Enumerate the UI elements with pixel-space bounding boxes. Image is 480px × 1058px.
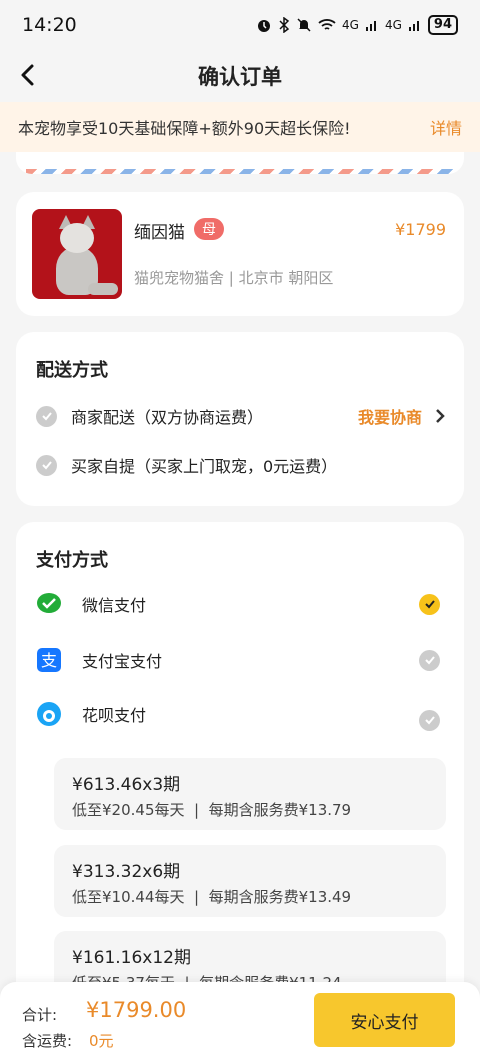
plan-detail: 低至¥10.44每天 | 每期含服务费¥13.49 — [72, 888, 352, 906]
pet-name: 缅因猫 — [134, 223, 185, 243]
delivery-option-label: 商家配送（双方协商运费） — [71, 408, 264, 427]
negotiate-link[interactable]: 我要协商 — [358, 404, 422, 428]
delivery-option-merchant[interactable]: 商家配送（双方协商运费） 我要协商 — [36, 403, 446, 429]
status-icons: 4G 4G 94 — [256, 15, 458, 35]
payment-method-alipay[interactable]: 支 支付宝支付 — [36, 645, 440, 675]
battery-icon: 94 — [427, 15, 458, 35]
mute-bell-icon — [297, 18, 311, 32]
delivery-option-label: 买家自提（买家上门取宠，0元运费） — [71, 457, 338, 476]
status-bar: 14:20 4G 4G 94 — [0, 0, 480, 50]
svg-text:支: 支 — [41, 651, 57, 670]
airmail-border — [26, 169, 454, 174]
insurance-notice: 本宠物享受10天基础保障+额外90天超长保险! 详情 — [0, 102, 480, 152]
back-arrow-icon[interactable] — [14, 60, 44, 90]
installment-plan-6[interactable]: ¥313.32x6期 低至¥10.44每天 | 每期含服务费¥13.49 — [54, 845, 446, 917]
bluetooth-icon — [279, 17, 290, 33]
payment-card: 支付方式 微信支付 支 支付宝支付 花呗支付 ¥613.46x3期 低至¥20.… — [16, 522, 464, 1058]
shop-location: 猫兜宠物猫舍 | 北京市 朝阳区 — [134, 269, 334, 287]
radio-check-icon[interactable] — [419, 649, 440, 671]
total-label: 合计: — [22, 1006, 58, 1024]
plan-detail: 低至¥20.45每天 | 每期含服务费¥13.79 — [72, 801, 352, 819]
wifi-icon — [318, 19, 336, 30]
total-amount: ¥1799.00 — [86, 998, 187, 1022]
signal-icon — [365, 21, 376, 31]
pay-button[interactable]: 安心支付 — [314, 993, 455, 1047]
selected-check-icon[interactable] — [419, 593, 440, 615]
signal-icon — [408, 21, 419, 31]
notice-text: 本宠物享受10天基础保障+额外90天超长保险! — [18, 119, 351, 138]
page-title: 确认订单 — [198, 65, 282, 89]
payment-method-huabei[interactable]: 花呗支付 — [36, 699, 440, 731]
address-card[interactable] — [16, 152, 464, 174]
alipay-icon: 支 — [36, 647, 62, 673]
wechat-pay-icon — [36, 591, 62, 617]
chevron-right-icon[interactable] — [434, 408, 446, 424]
delivery-card: 配送方式 商家配送（双方协商运费） 我要协商 买家自提（买家上门取宠，0元运费） — [16, 332, 464, 506]
pet-price: ¥1799 — [395, 220, 446, 239]
payment-method-label: 支付宝支付 — [82, 652, 163, 671]
checkout-bar: 合计: ¥1799.00 含运费: 0元 安心支付 — [0, 982, 480, 1058]
shipping-fee: 0元 — [89, 1032, 114, 1050]
plan-amount: ¥313.32x6期 — [72, 862, 181, 882]
delivery-title: 配送方式 — [36, 360, 108, 381]
radio-check-icon[interactable] — [419, 709, 440, 731]
pet-photo — [32, 209, 122, 299]
payment-method-wechat[interactable]: 微信支付 — [36, 589, 440, 619]
payment-title: 支付方式 — [36, 550, 108, 571]
network-type-2: 4G — [384, 18, 402, 32]
payment-method-label: 微信支付 — [82, 596, 147, 615]
delivery-option-pickup[interactable]: 买家自提（买家上门取宠，0元运费） — [36, 452, 446, 478]
network-type: 4G — [342, 18, 359, 32]
plan-amount: ¥613.46x3期 — [72, 775, 181, 795]
huabei-icon — [36, 701, 62, 727]
installment-plan-3[interactable]: ¥613.46x3期 低至¥20.45每天 | 每期含服务费¥13.79 — [54, 758, 446, 830]
nav-bar: 确认订单 — [0, 50, 480, 102]
plan-amount: ¥161.16x12期 — [72, 948, 191, 968]
product-card: 缅因猫 母 ¥1799 猫兜宠物猫舍 | 北京市 朝阳区 — [16, 192, 464, 316]
status-time: 14:20 — [22, 14, 77, 36]
radio-check-icon[interactable] — [36, 454, 57, 476]
notice-details-link[interactable]: 详情 — [430, 115, 462, 139]
gender-badge: 母 — [194, 218, 224, 240]
payment-method-label: 花呗支付 — [82, 706, 147, 725]
radio-check-icon[interactable] — [36, 405, 57, 427]
shipping-label: 含运费: — [22, 1032, 73, 1050]
alarm-icon — [258, 20, 271, 32]
